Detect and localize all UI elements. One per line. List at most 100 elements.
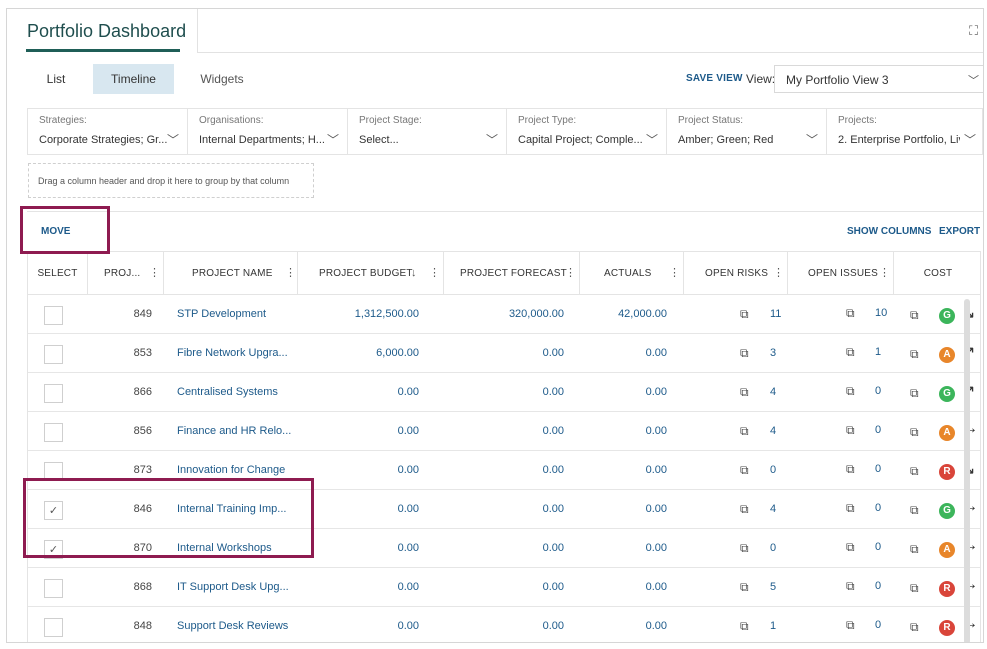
tab-timeline[interactable]: Timeline bbox=[93, 64, 174, 94]
filter-project-status[interactable]: Project Status: Amber; Green; Red ﹀ bbox=[667, 109, 827, 154]
open-risks-count[interactable]: 0 bbox=[770, 542, 776, 554]
column-header-open-issues[interactable]: OPEN ISSUES ⋮ bbox=[788, 252, 894, 295]
table-row[interactable]: 866 Centralised Systems 0.00 0.00 0.00 ⧉ 4 ⧉ 0 ⧉ G… bbox=[28, 373, 980, 412]
open-issues-count[interactable]: 0 bbox=[875, 541, 881, 553]
column-header-label: SELECT bbox=[37, 268, 78, 279]
open-risks-count[interactable]: 4 bbox=[770, 386, 776, 398]
open-external-icon[interactable]: ⧉ bbox=[846, 540, 855, 555]
open-external-icon[interactable]: ⧉ bbox=[910, 464, 919, 479]
column-header-cost[interactable]: COST bbox=[894, 252, 980, 295]
open-external-icon[interactable]: ⧉ bbox=[846, 384, 855, 399]
open-issues-count[interactable]: 10 bbox=[875, 307, 887, 319]
column-header-project-budget[interactable]: PROJECT BUDGET ↓ ⋮ bbox=[298, 252, 444, 295]
project-name-link[interactable]: Fibre Network Upgra... bbox=[177, 334, 288, 373]
sort-descending-icon[interactable]: ↓ bbox=[411, 252, 417, 295]
column-header-select[interactable]: SELECT bbox=[28, 252, 88, 295]
project-budget-value: 1,312,500.00 bbox=[354, 308, 419, 320]
open-external-icon[interactable]: ⧉ bbox=[910, 542, 919, 557]
open-issues-count[interactable]: 0 bbox=[875, 463, 881, 475]
open-external-icon[interactable]: ⧉ bbox=[740, 463, 749, 478]
open-external-icon[interactable]: ⧉ bbox=[910, 347, 919, 362]
open-external-icon[interactable]: ⧉ bbox=[740, 385, 749, 400]
open-external-icon[interactable]: ⧉ bbox=[846, 345, 855, 360]
open-external-icon[interactable]: ⧉ bbox=[910, 425, 919, 440]
filter-projects[interactable]: Projects: 2. Enterprise Portfolio, Livis… bbox=[827, 109, 983, 154]
open-external-icon[interactable]: ⧉ bbox=[740, 541, 749, 556]
filter-project-type[interactable]: Project Type: Capital Project; Comple...… bbox=[507, 109, 667, 154]
column-header-project-forecast[interactable]: PROJECT FORECAST ⋮ bbox=[444, 252, 580, 295]
open-external-icon[interactable]: ⧉ bbox=[740, 619, 749, 634]
open-risks-count[interactable]: 11 bbox=[770, 308, 781, 320]
open-external-icon[interactable]: ⧉ bbox=[846, 306, 855, 321]
project-name-link[interactable]: Finance and HR Relo... bbox=[177, 412, 291, 451]
column-header-open-risks[interactable]: OPEN RISKS ⋮ bbox=[684, 252, 788, 295]
open-issues-count[interactable]: 0 bbox=[875, 424, 881, 436]
open-external-icon[interactable]: ⧉ bbox=[740, 580, 749, 595]
open-issues-count[interactable]: 0 bbox=[875, 502, 881, 514]
row-select-checkbox[interactable] bbox=[44, 579, 63, 598]
project-name-link[interactable]: IT Support Desk Upg... bbox=[177, 568, 289, 607]
filter-project-stage[interactable]: Project Stage: Select... ﹀ bbox=[348, 109, 507, 154]
open-external-icon[interactable]: ⧉ bbox=[740, 307, 749, 322]
open-external-icon[interactable]: ⧉ bbox=[910, 386, 919, 401]
open-risks-count[interactable]: 5 bbox=[770, 581, 776, 593]
open-external-icon[interactable]: ⧉ bbox=[846, 423, 855, 438]
group-drop-zone[interactable]: Drag a column header and drop it here to… bbox=[28, 163, 314, 198]
project-name-link[interactable]: Centralised Systems bbox=[177, 373, 278, 412]
table-row[interactable]: 868 IT Support Desk Upg... 0.00 0.00 0.00 ⧉ 5 ⧉… bbox=[28, 568, 980, 607]
open-external-icon[interactable]: ⧉ bbox=[740, 424, 749, 439]
row-select-checkbox[interactable] bbox=[44, 345, 63, 364]
column-header-project-id[interactable]: PROJ... ⋮ bbox=[88, 252, 164, 295]
table-row[interactable]: 856 Finance and HR Relo... 0.00 0.00 0.00 ⧉ 4 ⧉… bbox=[28, 412, 980, 451]
save-view-button[interactable]: SAVE VIEW bbox=[686, 73, 743, 84]
filter-strategies[interactable]: Strategies: Corporate Strategies; Gr... … bbox=[28, 109, 188, 154]
export-button[interactable]: EXPORT bbox=[939, 226, 980, 237]
open-external-icon[interactable]: ⧉ bbox=[846, 462, 855, 477]
column-header-project-name[interactable]: PROJECT NAME ⋮ bbox=[164, 252, 298, 295]
open-issues-count[interactable]: 1 bbox=[875, 346, 881, 358]
kebab-icon[interactable]: ⋮ bbox=[429, 252, 440, 295]
open-external-icon[interactable]: ⧉ bbox=[740, 502, 749, 517]
table-row[interactable]: 853 Fibre Network Upgra... 6,000.00 0.00 0.0… bbox=[28, 334, 980, 373]
show-columns-button[interactable]: SHOW COLUMNS bbox=[847, 226, 931, 237]
open-risks-count[interactable]: 3 bbox=[770, 347, 776, 359]
project-name-link[interactable]: STP Development bbox=[177, 295, 266, 334]
open-external-icon[interactable]: ⧉ bbox=[846, 579, 855, 594]
open-external-icon[interactable]: ⧉ bbox=[910, 581, 919, 596]
row-select-checkbox[interactable] bbox=[44, 306, 63, 325]
open-external-icon[interactable]: ⧉ bbox=[740, 346, 749, 361]
row-select-checkbox[interactable] bbox=[44, 618, 63, 637]
kebab-icon[interactable]: ⋮ bbox=[669, 252, 680, 295]
filter-value: Select... bbox=[359, 134, 399, 146]
open-risks-count[interactable]: 4 bbox=[770, 503, 776, 515]
tab-list[interactable]: List bbox=[27, 64, 85, 94]
kebab-icon[interactable]: ⋮ bbox=[285, 252, 296, 295]
open-external-icon[interactable]: ⧉ bbox=[846, 618, 855, 633]
tab-widgets[interactable]: Widgets bbox=[187, 64, 257, 94]
open-risks-count[interactable]: 0 bbox=[770, 464, 776, 476]
filter-organisations[interactable]: Organisations: Internal Departments; H..… bbox=[188, 109, 348, 154]
dashboard-tab[interactable]: Portfolio Dashboard bbox=[7, 9, 198, 53]
kebab-icon[interactable]: ⋮ bbox=[879, 252, 890, 295]
table-row[interactable]: 848 Support Desk Reviews 0.00 0.00 0.00 ⧉ 1 ⧉ 0 ⧉… bbox=[28, 607, 980, 642]
kebab-icon[interactable]: ⋮ bbox=[565, 252, 576, 295]
open-issues-count[interactable]: 0 bbox=[875, 385, 881, 397]
open-issues-count[interactable]: 0 bbox=[875, 580, 881, 592]
open-risks-count[interactable]: 1 bbox=[770, 620, 776, 632]
open-external-icon[interactable]: ⧉ bbox=[910, 308, 919, 323]
row-select-checkbox[interactable] bbox=[44, 423, 63, 442]
table-row[interactable]: 849 STP Development 1,312,500.00 320,000.00… bbox=[28, 295, 980, 334]
open-external-icon[interactable]: ⧉ bbox=[846, 501, 855, 516]
view-select[interactable]: My Portfolio View 3 ﹀ bbox=[774, 65, 983, 93]
kebab-icon[interactable]: ⋮ bbox=[149, 252, 160, 295]
column-header-actuals[interactable]: ACTUALS ⋮ bbox=[580, 252, 684, 295]
open-external-icon[interactable]: ⧉ bbox=[910, 620, 919, 635]
expand-icon[interactable]: ⛶ bbox=[969, 23, 983, 38]
project-name-link[interactable]: Support Desk Reviews bbox=[177, 607, 288, 642]
row-select-checkbox[interactable] bbox=[44, 384, 63, 403]
kebab-icon[interactable]: ⋮ bbox=[773, 252, 784, 295]
open-external-icon[interactable]: ⧉ bbox=[910, 503, 919, 518]
open-issues-count[interactable]: 0 bbox=[875, 619, 881, 631]
grid-scrollbar[interactable] bbox=[964, 299, 970, 642]
open-risks-count[interactable]: 4 bbox=[770, 425, 776, 437]
